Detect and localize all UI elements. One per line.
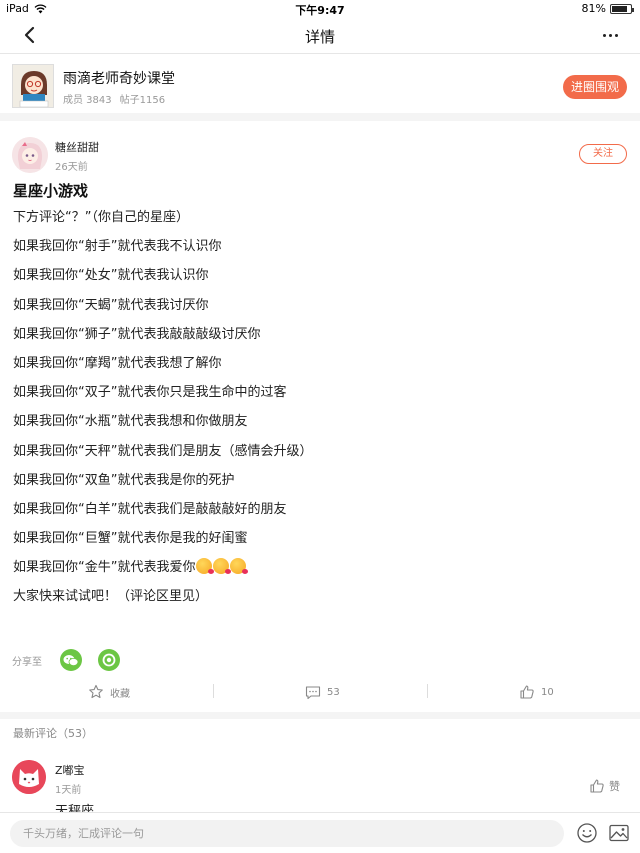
teacher-cartoon-icon bbox=[13, 65, 54, 108]
cat-avatar-icon bbox=[12, 760, 46, 794]
anime-girl-icon bbox=[12, 137, 48, 173]
smiley-icon bbox=[576, 822, 598, 844]
post-line: 如果我回你“射手”就代表我不认识你 bbox=[13, 236, 623, 265]
post-line: 大家快来试试吧！（评论区里见） bbox=[13, 586, 623, 615]
like-button[interactable]: 10 bbox=[519, 678, 554, 706]
comments-section-title: 最新评论（53） bbox=[13, 725, 93, 741]
comment-time: 1天前 bbox=[55, 781, 81, 796]
post-line: 下方评论“？”（你自己的星座） bbox=[13, 207, 623, 236]
bottom-comment-bar: 千头万绪，汇成评论一句 bbox=[0, 812, 640, 853]
post-line: 如果我回你“摩羯”就代表我想了解你 bbox=[13, 353, 623, 382]
battery-fill bbox=[612, 6, 627, 12]
favorite-button[interactable]: 收藏 bbox=[88, 678, 130, 706]
more-dots-icon bbox=[603, 34, 606, 37]
post-line: 如果我回你“天蝎”就代表我讨厌你 bbox=[13, 295, 623, 324]
author-avatar[interactable] bbox=[12, 137, 48, 173]
post-line: 如果我回你“水瓶”就代表我想和你做朋友 bbox=[13, 411, 623, 440]
post-count: 帖子1156 bbox=[120, 91, 165, 106]
moments-icon bbox=[102, 653, 116, 667]
section-divider bbox=[0, 712, 640, 719]
post-title: 星座小游戏 bbox=[13, 180, 88, 201]
status-bar: iPad 下午9:47 81% bbox=[0, 0, 640, 18]
share-label: 分享至 bbox=[12, 653, 42, 668]
comment-text: 天秤座 bbox=[55, 800, 94, 812]
circle-stats: 成员 3843 帖子1156 bbox=[63, 91, 165, 106]
circle-name: 雨滴老师奇妙课堂 bbox=[63, 68, 175, 88]
member-count: 成员 3843 bbox=[63, 91, 112, 106]
circle-avatar[interactable] bbox=[12, 64, 54, 108]
post-line: 如果我回你“白羊”就代表我们是敲敲敲好的朋友 bbox=[13, 499, 623, 528]
comment-bubble-icon bbox=[305, 685, 321, 700]
star-icon bbox=[88, 684, 104, 700]
comment-count: 53 bbox=[327, 687, 340, 698]
comment-item: Z嘟宝 1天前 天秤座 赞 bbox=[0, 752, 640, 812]
kiss-emoji-icon bbox=[213, 558, 229, 574]
post-time: 26天前 bbox=[55, 158, 88, 173]
comments-button[interactable]: 53 bbox=[305, 678, 340, 706]
action-divider bbox=[427, 684, 428, 698]
join-circle-button[interactable]: 进圈围观 bbox=[563, 75, 627, 99]
comment-like-button[interactable]: 赞 bbox=[589, 778, 620, 794]
post-action-bar: 收藏 53 10 bbox=[0, 678, 640, 706]
status-time: 下午9:47 bbox=[0, 2, 640, 18]
post-line: 如果我回你“双鱼”就代表我是你的死护 bbox=[13, 470, 623, 499]
comment-like-label: 赞 bbox=[609, 778, 620, 794]
favorite-label: 收藏 bbox=[110, 685, 130, 700]
battery-icon bbox=[610, 4, 632, 14]
comment-username[interactable]: Z嘟宝 bbox=[55, 762, 85, 778]
like-count: 10 bbox=[541, 687, 554, 698]
status-right: 81% bbox=[582, 2, 632, 15]
post-line-text: 如果我回你“金牛”就代表我爱你 bbox=[13, 560, 195, 575]
image-button[interactable] bbox=[608, 822, 630, 844]
battery-percent: 81% bbox=[582, 2, 606, 15]
share-row: 分享至 bbox=[12, 648, 136, 672]
comment-input[interactable]: 千头万绪，汇成评论一句 bbox=[10, 820, 564, 847]
post-line: 如果我回你“处女”就代表我认识你 bbox=[13, 265, 623, 294]
action-divider bbox=[213, 684, 214, 698]
comment-avatar[interactable] bbox=[12, 760, 46, 794]
post-line-with-emoji: 如果我回你“金牛”就代表我爱你 bbox=[13, 557, 623, 586]
post-line: 如果我回你“狮子”就代表我敲敲敲级讨厌你 bbox=[13, 324, 623, 353]
circle-header[interactable]: 雨滴老师奇妙课堂 成员 3843 帖子1156 进圈围观 bbox=[0, 55, 640, 121]
emoji-button[interactable] bbox=[576, 822, 598, 844]
wechat-icon bbox=[63, 654, 79, 667]
wechat-share-button[interactable] bbox=[60, 649, 82, 671]
more-button[interactable] bbox=[596, 23, 624, 47]
post-body: 下方评论“？”（你自己的星座） 如果我回你“射手”就代表我不认识你 如果我回你“… bbox=[13, 207, 623, 616]
thumbs-up-icon bbox=[589, 778, 605, 794]
post-line: 如果我回你“天秤”就代表我们是朋友（感情会升级） bbox=[13, 441, 623, 470]
nav-bar: 详情 bbox=[0, 18, 640, 54]
post-author: 糖丝甜甜 26天前 关注 bbox=[0, 129, 640, 179]
author-name[interactable]: 糖丝甜甜 bbox=[55, 139, 99, 155]
more-dot bbox=[609, 34, 612, 37]
follow-button[interactable]: 关注 bbox=[579, 144, 627, 164]
post-line: 如果我回你“双子”就代表你只是我生命中的过客 bbox=[13, 382, 623, 411]
moments-share-button[interactable] bbox=[98, 649, 120, 671]
post-line: 如果我回你“巨蟹”就代表你是我的好闺蜜 bbox=[13, 528, 623, 557]
image-icon bbox=[608, 822, 630, 844]
kiss-emoji-icon bbox=[230, 558, 246, 574]
thumbs-up-icon bbox=[519, 684, 535, 700]
page-title: 详情 bbox=[0, 26, 640, 47]
more-dot bbox=[615, 34, 618, 37]
kiss-emoji-icon bbox=[196, 558, 212, 574]
